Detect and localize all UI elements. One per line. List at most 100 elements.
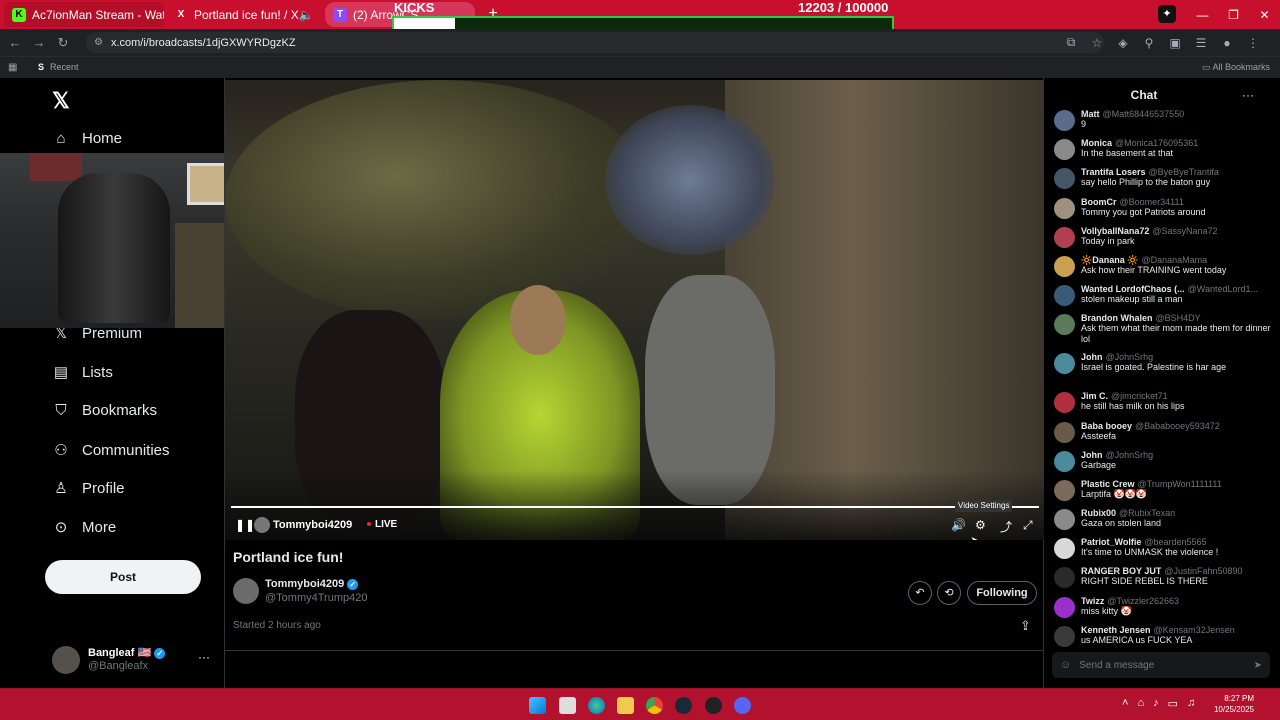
sidebar-item-more[interactable]: ⊙ More	[52, 518, 116, 537]
profile-icon[interactable]: ●	[1214, 36, 1240, 50]
chat-username[interactable]: John	[1081, 450, 1103, 460]
file-explorer-icon[interactable]	[559, 697, 576, 714]
share-icon[interactable]: ⇪	[1020, 618, 1031, 634]
chat-handle[interactable]: @JohnSrhg	[1106, 450, 1154, 460]
more-options-icon[interactable]: ···	[198, 650, 210, 664]
gear-icon[interactable]: ⚙	[975, 518, 986, 532]
chat-handle[interactable]: @JohnSrhg	[1106, 352, 1154, 362]
chat-username[interactable]: VollyballNana72	[1081, 226, 1149, 236]
chat-handle[interactable]: @RubixTexan	[1119, 508, 1175, 518]
avatar[interactable]	[1054, 226, 1075, 248]
emoji-icon[interactable]: ☺	[1060, 659, 1071, 671]
install-app-icon[interactable]: ⧉	[1058, 35, 1084, 50]
avatar[interactable]	[233, 578, 259, 604]
rewind-icon[interactable]: ↶	[908, 581, 932, 605]
minimize-icon[interactable]: —	[1187, 8, 1218, 22]
chat-username[interactable]: Rubix00	[1081, 508, 1116, 518]
avatar[interactable]	[1054, 596, 1075, 618]
bookmark-recent[interactable]: S Recent	[38, 62, 79, 72]
avatar[interactable]	[1054, 255, 1075, 277]
tab-portland-ice-fun[interactable]: X Portland ice fun! / X 🔈 ✕	[166, 2, 322, 27]
chat-username[interactable]: Plastic Crew	[1081, 479, 1135, 489]
chat-username[interactable]: RANGER BOY JUT	[1081, 566, 1161, 576]
chat-handle[interactable]: @Bababooey593472	[1135, 421, 1220, 431]
send-icon[interactable]: ➤	[1254, 660, 1262, 671]
chat-handle[interactable]: @bearden5565	[1144, 537, 1206, 547]
sidebar-item-profile[interactable]: ♙ Profile	[52, 479, 124, 498]
chat-message-input[interactable]	[1079, 659, 1254, 671]
avatar[interactable]	[1054, 538, 1075, 560]
avatar[interactable]	[1054, 421, 1075, 443]
obs-icon[interactable]	[705, 697, 722, 714]
chat-username[interactable]: Matt	[1081, 109, 1100, 119]
chat-handle[interactable]: @Monica176095361	[1115, 138, 1198, 148]
avatar[interactable]	[1054, 314, 1075, 336]
chat-handle[interactable]: @ByeByeTrantifa	[1149, 167, 1219, 177]
avatar[interactable]	[1054, 625, 1075, 647]
reload-icon[interactable]: ↻	[51, 35, 75, 51]
sidebar-item-communities[interactable]: ⚇ Communities	[52, 441, 169, 460]
more-options-icon[interactable]: ···	[1242, 88, 1254, 102]
avatar[interactable]	[1054, 567, 1075, 589]
broadcast-host[interactable]: Tommyboi4209	[273, 519, 352, 531]
chat-username[interactable]: Patriot_Wolfie	[1081, 537, 1141, 547]
chevron-up-icon[interactable]: ˄	[1122, 697, 1128, 710]
menu-icon[interactable]: ⋮	[1240, 36, 1266, 50]
puzzle-icon[interactable]: ⚲	[1136, 36, 1162, 50]
chat-username[interactable]: Wanted LordofChaos (...	[1081, 284, 1185, 294]
sidebar-item-lists[interactable]: ▤ Lists	[52, 363, 113, 382]
chat-handle[interactable]: @Twizzler262663	[1107, 596, 1179, 606]
battery-icon[interactable]: ▭	[1168, 697, 1178, 710]
avatar[interactable]	[1054, 450, 1075, 472]
steam-icon[interactable]	[675, 697, 692, 714]
chat-username[interactable]: Monica	[1081, 138, 1112, 148]
x-logo-icon[interactable]: 𝕏	[52, 88, 70, 114]
avatar[interactable]	[1054, 479, 1075, 501]
star-icon[interactable]: ☆	[1084, 36, 1110, 50]
account-switcher[interactable]: Bangleaf 🇺🇸 ✓ @Bangleafx ···	[52, 646, 217, 676]
extension-icon[interactable]: ✦	[1158, 5, 1176, 23]
avatar[interactable]	[1054, 197, 1075, 219]
restore-icon[interactable]: ❐	[1218, 8, 1249, 22]
reading-list-icon[interactable]: ☰	[1188, 36, 1214, 50]
avatar[interactable]	[1054, 353, 1075, 375]
chat-handle[interactable]: @WantedLord1...	[1188, 284, 1258, 294]
microphone-icon[interactable]: ♪	[1153, 697, 1159, 710]
fullscreen-icon[interactable]: ⤢	[1023, 518, 1033, 533]
chat-username[interactable]: John	[1081, 352, 1103, 362]
author-handle[interactable]: @Tommy4Trump420	[265, 592, 367, 604]
volume-icon[interactable]: 🔊	[951, 518, 966, 532]
speaker-icon[interactable]: 🔈	[299, 8, 314, 22]
site-info-icon[interactable]: ⚙	[94, 37, 103, 48]
chat-handle[interactable]: @SassyNana72	[1152, 226, 1217, 236]
author-name[interactable]: Tommyboi4209 ✓	[265, 578, 359, 590]
following-button[interactable]: Following	[967, 581, 1037, 605]
chat-handle[interactable]: @BSH4DY	[1156, 313, 1201, 323]
chat-handle[interactable]: @jimcricket71	[1111, 391, 1168, 401]
rotate-icon[interactable]: ⤴	[1000, 518, 1012, 535]
chat-handle[interactable]: @DananaMama	[1141, 255, 1207, 265]
avatar[interactable]	[1054, 139, 1075, 161]
chat-username[interactable]: Brandon Whalen	[1081, 313, 1153, 323]
tab-ac7ionman-stream[interactable]: K Ac7ionMan Stream - Watch Live ✕	[4, 2, 164, 27]
folder-icon[interactable]	[617, 697, 634, 714]
split-view-icon[interactable]: ▣	[1162, 36, 1188, 50]
forward-icon[interactable]: →	[27, 35, 51, 50]
apps-icon[interactable]: ▦	[8, 62, 17, 73]
chat-username[interactable]: BoomCr	[1081, 197, 1117, 207]
post-button[interactable]: Post	[45, 560, 201, 594]
url-field[interactable]: ⚙ x.com/i/broadcasts/1djGXWYRDgzKZ	[86, 32, 1104, 53]
sidebar-item-home[interactable]: ⌂ Home	[52, 130, 122, 147]
avatar[interactable]	[1054, 285, 1075, 307]
video-progress-bar[interactable]	[231, 506, 1039, 508]
chat-username[interactable]: Trantifa Losers	[1081, 167, 1146, 177]
avatar[interactable]	[1054, 110, 1075, 131]
chat-username[interactable]: Baba booey	[1081, 421, 1132, 431]
chat-handle[interactable]: @JustinFahn50890	[1164, 566, 1242, 576]
chat-username[interactable]: Twizz	[1081, 596, 1104, 606]
pause-icon[interactable]: ❚❚	[235, 518, 255, 532]
avatar[interactable]	[1054, 392, 1075, 414]
extension-icon[interactable]: ◈	[1110, 36, 1136, 50]
avatar[interactable]	[1054, 168, 1075, 190]
back-icon[interactable]: ←	[3, 35, 27, 50]
